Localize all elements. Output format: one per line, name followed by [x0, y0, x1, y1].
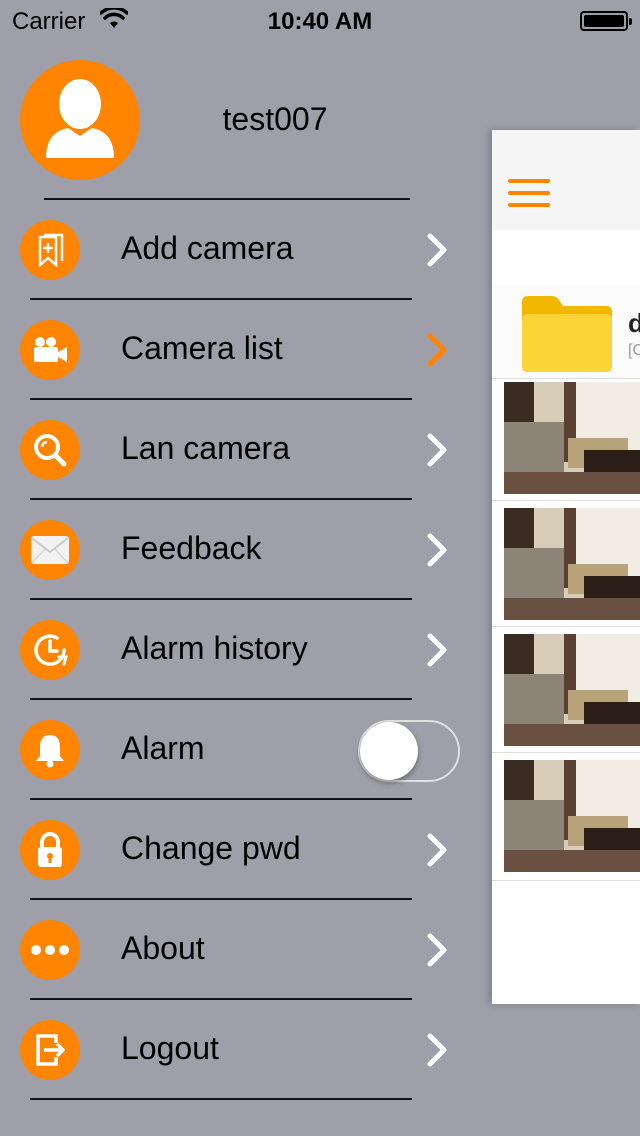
hamburger-menu-icon[interactable] — [508, 179, 550, 215]
toggle-knob — [360, 722, 418, 780]
bell-icon — [20, 720, 80, 780]
menu-item-logout[interactable]: Logout — [0, 1000, 480, 1100]
camera-thumbnail[interactable] — [504, 760, 640, 872]
menu-label: Add camera — [121, 230, 294, 266]
chevron-right-icon — [427, 1033, 447, 1067]
main-screen-panel[interactable]: d [C — [492, 130, 640, 1004]
chevron-right-icon — [427, 933, 447, 967]
chevron-right-icon — [427, 833, 447, 867]
bookmark-add-icon — [20, 220, 80, 280]
avatar[interactable] — [20, 60, 140, 180]
user-icon — [46, 79, 114, 158]
menu-item-lan-camera[interactable]: Lan camera — [0, 400, 480, 500]
search-icon — [20, 420, 80, 480]
alarm-toggle[interactable] — [358, 720, 460, 782]
camera-thumbnail[interactable] — [504, 382, 640, 494]
lock-icon — [20, 820, 80, 880]
folder-title: d — [628, 308, 640, 338]
folder-icon — [522, 296, 612, 372]
menu-label: Feedback — [121, 530, 262, 566]
sub-header — [492, 230, 640, 287]
status-bar: Carrier 10:40 AM — [0, 0, 640, 40]
menu-item-feedback[interactable]: Feedback — [0, 500, 480, 600]
camera-thumbnail[interactable] — [504, 634, 640, 746]
menu-item-camera-list[interactable]: Camera list — [0, 300, 480, 400]
menu-label: About — [121, 930, 205, 966]
camera-thumbnail[interactable] — [504, 508, 640, 620]
menu-item-alarm: Alarm — [0, 700, 480, 800]
menu-label: Logout — [121, 1030, 219, 1066]
menu-label: Lan camera — [121, 430, 290, 466]
chevron-right-icon — [427, 333, 447, 367]
battery-icon — [580, 11, 632, 31]
menu-label: Alarm — [121, 730, 205, 766]
chevron-right-icon — [427, 433, 447, 467]
chevron-right-icon — [427, 233, 447, 267]
more-dots-icon — [20, 920, 80, 980]
menu-item-alarm-history[interactable]: Alarm history — [0, 600, 480, 700]
envelope-icon — [20, 520, 80, 580]
nav-bar — [492, 130, 640, 231]
menu-item-add-camera[interactable]: Add camera — [0, 200, 480, 300]
video-camera-icon — [20, 320, 80, 380]
menu-item-change-pwd[interactable]: Change pwd — [0, 800, 480, 900]
chevron-right-icon — [427, 633, 447, 667]
menu-item-about[interactable]: About — [0, 900, 480, 1000]
logout-icon — [20, 1020, 80, 1080]
divider — [30, 1098, 412, 1100]
menu-label: Alarm history — [121, 630, 308, 666]
folder-row[interactable]: d [C — [492, 286, 640, 379]
menu-label: Change pwd — [121, 830, 301, 866]
folder-subtitle: [C — [628, 342, 640, 359]
username: test007 — [222, 101, 328, 137]
clock: 10:40 AM — [267, 8, 373, 35]
chevron-right-icon — [427, 533, 447, 567]
clock-history-icon — [20, 620, 80, 680]
menu-label: Camera list — [121, 330, 283, 366]
